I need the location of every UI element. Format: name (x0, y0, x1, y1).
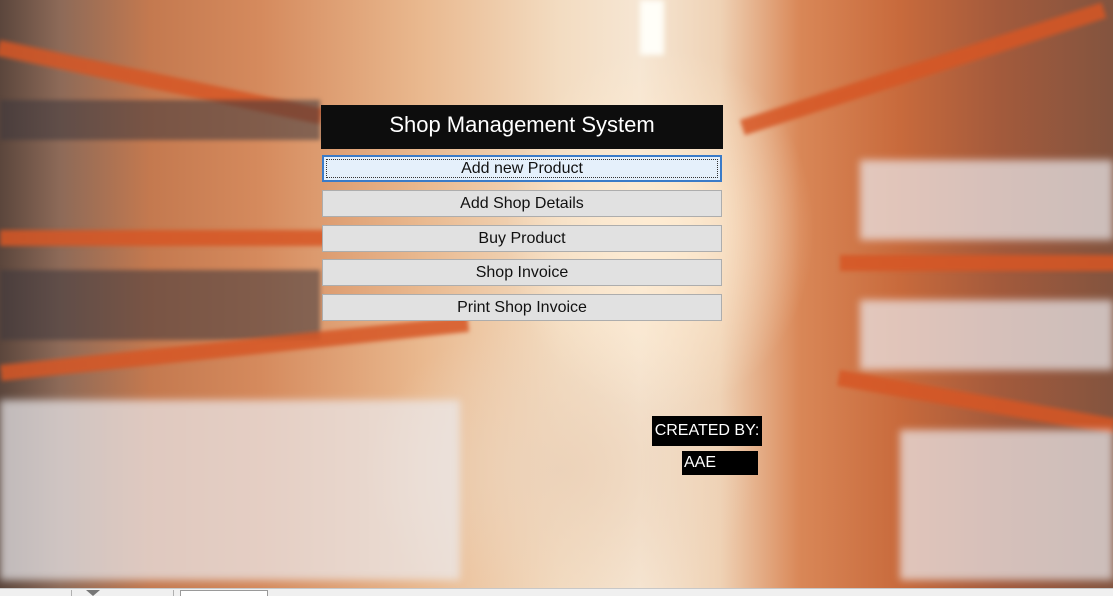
shelf-beam (840, 255, 1113, 271)
shelf-products (860, 160, 1113, 240)
status-bar (0, 588, 1113, 596)
shop-invoice-button[interactable]: Shop Invoice (322, 259, 722, 286)
record-navigation[interactable] (0, 590, 72, 596)
shelf-products (860, 300, 1113, 370)
print-shop-invoice-button[interactable]: Print Shop Invoice (322, 294, 722, 321)
paint-buckets (0, 400, 460, 580)
add-new-product-button[interactable]: Add new Product (322, 155, 722, 182)
shelf-products (0, 100, 320, 140)
search-field[interactable] (180, 590, 268, 596)
shelf-beam (0, 230, 330, 246)
shelf-products (900, 430, 1113, 580)
add-shop-details-button[interactable]: Add Shop Details (322, 190, 722, 217)
filter-indicator[interactable] (76, 590, 174, 596)
author-name: AAE (682, 451, 758, 475)
ceiling-light (640, 0, 664, 55)
buy-product-button[interactable]: Buy Product (322, 225, 722, 252)
shelf-beam (837, 370, 1113, 435)
created-by-label: CREATED BY: (652, 416, 762, 446)
shelf-beam (740, 2, 1107, 136)
app-title: Shop Management System (321, 105, 723, 149)
shelf-products (0, 270, 320, 340)
